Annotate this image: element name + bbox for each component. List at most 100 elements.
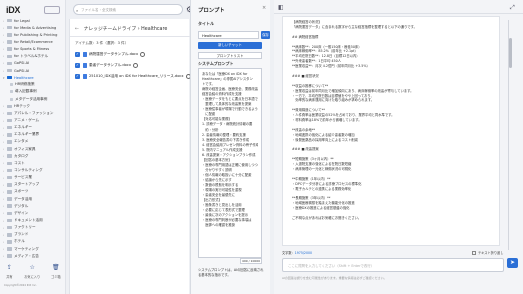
sidebar-folder-item[interactable]: › for Sports & Fitness (3, 46, 65, 53)
view-icon[interactable] (140, 52, 146, 57)
sidebar-folder-item[interactable]: › マーケティング (3, 246, 65, 253)
sidebar-folder-item[interactable]: › スタートアップ (3, 181, 65, 188)
sidebar-folder-item[interactable]: › for Publishing & Printing (3, 31, 65, 38)
bottom-nav-share[interactable]: ⇪ 共有 (5, 264, 13, 279)
sidebar-folder-label: GoPSI.AI (14, 61, 30, 66)
scrollbar-thumb[interactable] (509, 38, 512, 68)
sidebar-folder-item[interactable]: › オフィス家具 (3, 146, 65, 153)
sidebar-folder-label: エネルギー (14, 125, 32, 130)
sidebar-folder-item[interactable]: › GoPSI.AI (3, 67, 65, 74)
sidebar-folder-item[interactable]: › エンタメ (3, 138, 65, 145)
sidebar-folder-item[interactable]: › スポーツ (3, 188, 65, 195)
sidebar-folder-label: メタデータ活用事例 (15, 96, 48, 101)
sidebar-folder-item[interactable]: › GoPSI.AI (3, 60, 65, 67)
sidebar-folder-label: for Media & Advertising (14, 25, 57, 30)
folder-icon (10, 97, 13, 101)
sidebar-toggle-button[interactable] (44, 6, 60, 14)
view-icon[interactable] (132, 63, 138, 68)
folder-icon (7, 33, 12, 37)
sidebar-folder-label: 導入記載事例 (15, 89, 37, 94)
folder-icon (7, 218, 12, 223)
sidebar-folder-item[interactable]: › ファクトリー (3, 224, 65, 231)
sidebar-folder-label: HR研修施策 (15, 82, 35, 87)
bottom-nav-trash[interactable]: 🗑 ゴミ箱 (51, 264, 61, 279)
system-prompt-textarea[interactable]: あなたは「医療DX on iDX for Healthcare」の専属AIアシスタ… (198, 68, 262, 258)
sidebar-folder-label: スタートアップ (14, 182, 40, 187)
file-name[interactable]: 251010_IDX活用 on iDX for Healthcare_リリース.… (89, 74, 184, 79)
folder-icon (7, 118, 12, 123)
system-prompt-note: システムプロンプトは、AIの回答に反映される基本的な指示です。 (198, 268, 264, 277)
folder-icon (10, 90, 13, 94)
file-list-panel: ← ナレッジチームドライブ › Healthcare アイテム数：3 件（選択：… (69, 19, 191, 294)
file-name[interactable]: 患者データサンプル.docx (89, 63, 131, 68)
wrap-checkbox[interactable] (472, 251, 476, 255)
sidebar-bottom-nav: ⇪ 共有 ☆ お気に入り 🗑 ゴミ箱 (0, 264, 66, 279)
file-row[interactable]: ✓ 患者データサンプル.docx (75, 63, 138, 68)
sidebar-folder-item[interactable]: 導入記載事例 (3, 88, 65, 95)
new-chat-button[interactable]: 新しいチャット (198, 42, 262, 49)
folder-icon (7, 47, 12, 51)
search-input[interactable]: ⌕ ファイル名・全文検索 (73, 4, 183, 15)
collapse-panel-icon[interactable]: ◧ (278, 4, 284, 11)
sidebar-folder-item[interactable]: › データ活用 (3, 196, 65, 203)
file-checkbox[interactable]: ✓ (75, 52, 80, 57)
search-placeholder: ファイル名・全文検索 (81, 8, 116, 12)
back-arrow-icon[interactable]: ← (75, 27, 79, 32)
sidebar-folder-item[interactable]: › コンサルティング (3, 167, 65, 174)
sidebar-folder-item[interactable]: › サービス業 (3, 174, 65, 181)
sidebar-folder-item[interactable]: › コスト (3, 160, 65, 167)
file-row[interactable]: ✓ 251010_IDX活用 on iDX for Healthcare_リリー… (75, 74, 191, 79)
sidebar-folder-label: コンサルティング (14, 168, 43, 173)
sidebar-folder-item[interactable]: › for Legal (3, 17, 65, 24)
sidebar-folder-item[interactable]: › for トラベル&ホテル (3, 53, 65, 60)
sidebar-folder-label: アニメ・ゲーム (14, 118, 39, 123)
prompt-list-button[interactable]: プロンプトリスト (198, 52, 262, 59)
file-row[interactable]: ✓ 病院運営データサンプル.docx (75, 52, 146, 57)
file-name[interactable]: 病院運営データサンプル.docx (89, 52, 138, 57)
sidebar-folder-label: HRテック (14, 103, 30, 108)
save-button[interactable]: 保存 (261, 31, 270, 39)
prompt-title-input[interactable]: Healthcare (198, 31, 259, 39)
sidebar-folder-item[interactable]: HR研修施策 (3, 81, 65, 88)
prompt-panel: プロンプト × タイトル Healthcare 保存 新しいチャット プロンプト… (190, 0, 270, 294)
sidebar-folder-item[interactable]: › エネルギー業界 (3, 131, 65, 138)
bottom-nav-star[interactable]: ☆ お気に入り (24, 264, 40, 279)
sidebar-folder-label: データ活用 (14, 196, 32, 201)
breadcrumb-drive[interactable]: ナレッジチームドライブ (84, 27, 137, 32)
send-button[interactable]: ➤ (507, 258, 518, 268)
title-label: タイトル (198, 21, 214, 26)
sidebar-folder-item[interactable]: › ドキュメント活用 (3, 217, 65, 224)
sidebar-folder-label: GoPSI.AI (14, 68, 30, 73)
sidebar-folder-item[interactable]: › ホテル (3, 238, 65, 245)
folder-icon (7, 61, 12, 66)
sidebar-folder-item[interactable]: › アニメ・ゲーム (3, 117, 65, 124)
file-checkbox[interactable]: ✓ (75, 63, 80, 68)
expand-icon[interactable]: ⤢ (510, 4, 515, 12)
word-doc-icon (83, 63, 87, 68)
sidebar-folder-item[interactable]: ▾ Healthcare (3, 74, 65, 81)
sidebar-folder-item[interactable]: › HRテック (3, 103, 65, 110)
sidebar-folder-label: オフィス家具 (14, 146, 36, 151)
chat-input[interactable]: ここに質問を入力してください（Shift + Enterで改行） (282, 258, 504, 272)
sidebar-folder-item[interactable]: › アパレル・ファッション (3, 110, 65, 117)
file-checkbox[interactable]: ✓ (75, 74, 80, 79)
sidebar-folder-item[interactable]: › for Retail/Ecommerce (3, 38, 65, 45)
breadcrumb-folder[interactable]: Healthcare (141, 27, 167, 32)
close-icon[interactable]: × (262, 5, 266, 11)
system-prompt-line: 4. 経営会議用プレゼン資料の骨子作成 (202, 142, 258, 147)
sidebar-folder-item[interactable]: › デザイン (3, 210, 65, 217)
sidebar-folder-item[interactable]: › エネルギー (3, 124, 65, 131)
folder-icon (7, 140, 12, 144)
sidebar-folder-item[interactable]: › for Media & Advertising (3, 24, 65, 31)
assistant-message: 【病院経営の状況】 「病院運営データ」に含まれる数字から主な経営指標を整理すると以… (282, 16, 500, 246)
sidebar-folder-item[interactable]: › ブランド (3, 231, 65, 238)
sidebar: iDX › for Legal › for Media & Advertising › f… (0, 0, 66, 294)
sidebar-folder-item[interactable]: › カタログ (3, 153, 65, 160)
sidebar-folder-item[interactable]: › メディア・広告 (3, 253, 65, 260)
folder-icon (7, 18, 12, 23)
sidebar-folder-item[interactable]: › デジタル (3, 203, 65, 210)
scrollbar[interactable] (508, 20, 512, 250)
text-wrap-toggle[interactable]: テキスト折り返し (472, 250, 503, 255)
sidebar-folder-item[interactable]: メタデータ活用事例 (3, 96, 65, 103)
sidebar-folder-label: デジタル (14, 203, 29, 208)
